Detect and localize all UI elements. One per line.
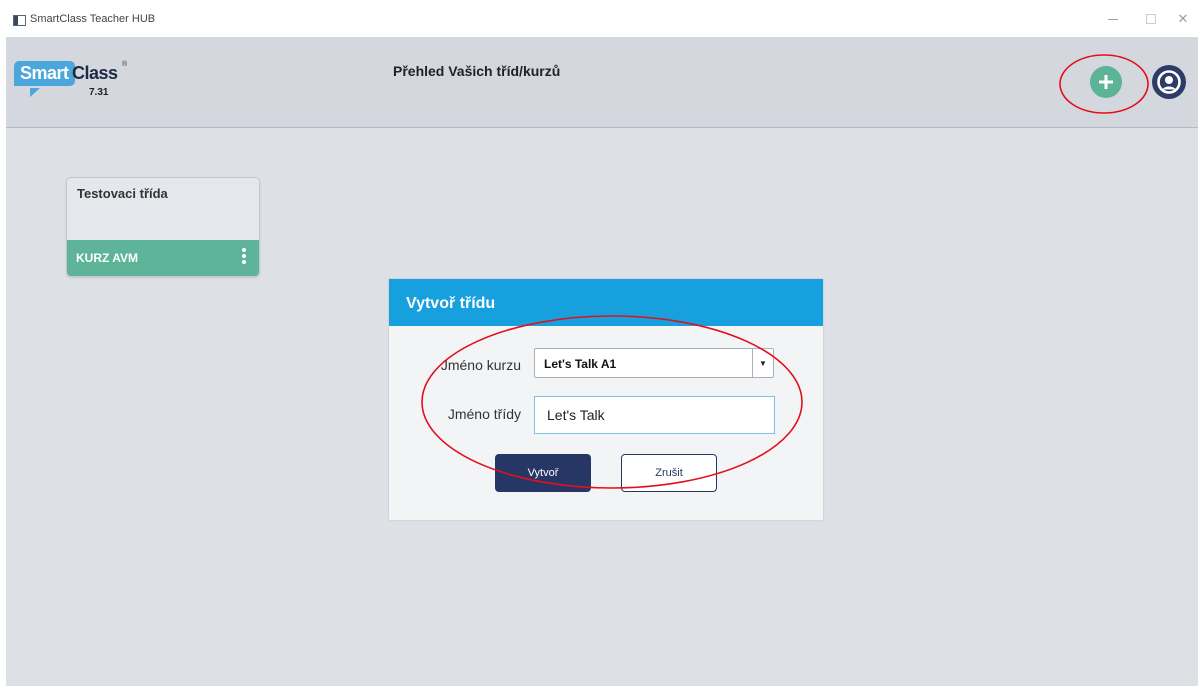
dropdown-arrow-icon[interactable]: ▼ [752, 349, 773, 377]
add-class-button[interactable] [1090, 66, 1122, 98]
class-card-footer: KURZ AVM [67, 240, 259, 276]
maximize-icon [1146, 14, 1156, 24]
cancel-button[interactable]: Zrušit [621, 454, 717, 492]
class-name-input[interactable] [534, 396, 775, 434]
plus-icon [1099, 75, 1113, 89]
maximize-button[interactable] [1136, 8, 1166, 30]
window-title: SmartClass Teacher HUB [30, 13, 156, 25]
create-button[interactable]: Vytvoř [495, 454, 591, 492]
profile-button[interactable] [1152, 65, 1186, 99]
app-window: SmartClass Teacher HUB ✕ Smart Class ® 7… [6, 0, 1198, 686]
app-version: 7.31 [89, 87, 109, 98]
logo-bubble-tail [30, 88, 40, 97]
page-title: Přehled Vašich tříd/kurzů [393, 63, 561, 79]
logo-smart-text: Smart [14, 61, 75, 86]
app-header: Smart Class ® 7.31 Přehled Vašich tříd/k… [6, 37, 1198, 128]
title-bar: SmartClass Teacher HUB ✕ [6, 0, 1198, 37]
dialog-header: Vytvoř třídu [389, 279, 823, 326]
dialog-title: Vytvoř třídu [406, 295, 496, 312]
minimize-icon [1108, 19, 1118, 20]
course-name-select[interactable]: Let's Talk A1 ▼ [534, 348, 774, 378]
class-name-label: Jméno třídy [447, 406, 521, 422]
more-vertical-icon[interactable] [240, 248, 248, 268]
class-card[interactable]: Testovaci třída KURZ AVM [66, 177, 260, 277]
user-circle-icon [1157, 70, 1181, 94]
course-name-selected-value: Let's Talk A1 [544, 357, 617, 371]
minimize-button[interactable] [1098, 8, 1128, 30]
class-card-title: Testovaci třída [77, 186, 168, 201]
smartclass-logo: Smart Class ® 7.31 [14, 61, 134, 111]
create-class-dialog: Vytvoř třídu Jméno kurzu Let's Talk A1 ▼… [389, 279, 823, 520]
class-card-course: KURZ AVM [76, 251, 138, 265]
logo-class-text: Class [72, 63, 118, 83]
logo-registered-mark: ® [122, 61, 128, 68]
app-icon [13, 15, 26, 26]
close-button[interactable]: ✕ [1168, 8, 1198, 30]
course-name-label: Jméno kurzu [440, 357, 521, 373]
